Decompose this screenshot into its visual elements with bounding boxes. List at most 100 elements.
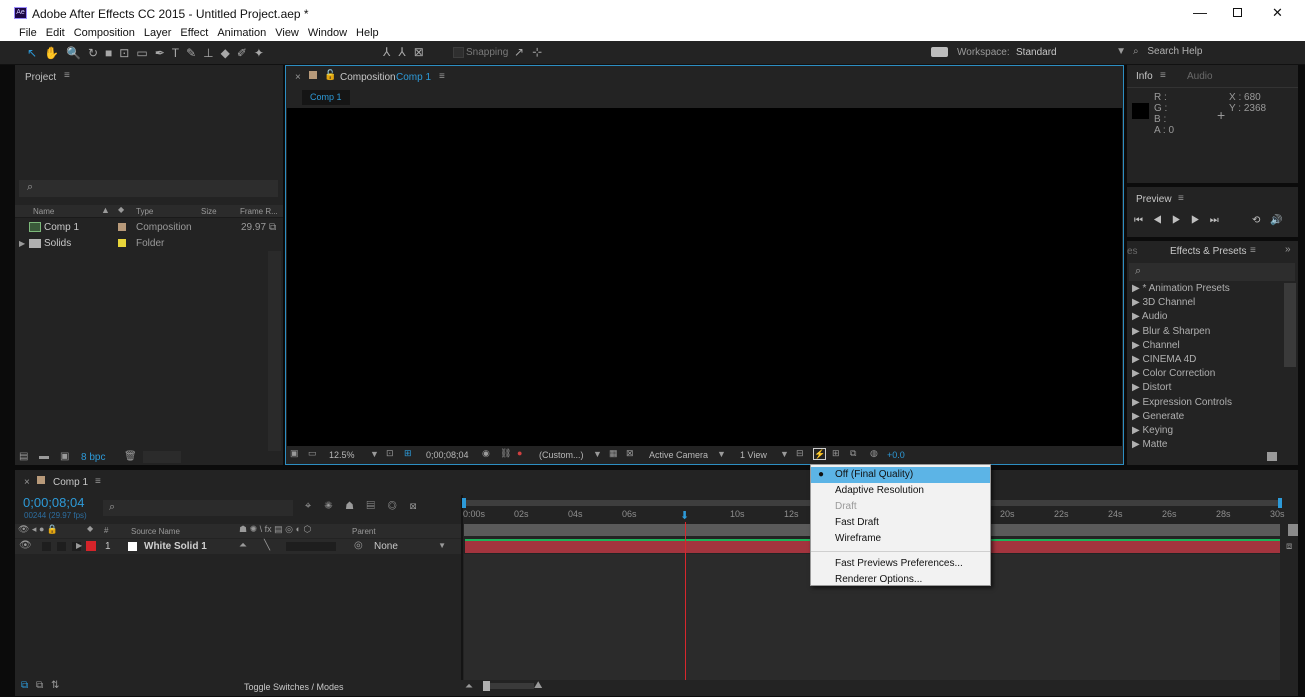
region-of-interest-icon[interactable]: ⊞ bbox=[404, 448, 412, 459]
timeline-tab[interactable]: Comp 1 bbox=[53, 477, 88, 488]
audio-icon[interactable]: 🔊 bbox=[1270, 215, 1282, 226]
chevron-down-icon[interactable]: ▼ bbox=[780, 449, 789, 459]
always-preview-icon[interactable]: ▣ bbox=[290, 448, 299, 459]
minimize-icon[interactable]: — bbox=[1193, 4, 1207, 20]
in-out-panel-icon[interactable]: ⇅ bbox=[51, 680, 59, 691]
search-help-field[interactable]: ⌕ Search Help bbox=[1133, 46, 1293, 57]
layer-switches-icon[interactable]: ⧉ bbox=[21, 680, 28, 691]
workspace-select[interactable]: Standard ▼ bbox=[1016, 46, 1126, 58]
audio-switch[interactable] bbox=[42, 542, 51, 551]
more-tabs-icon[interactable]: » bbox=[1285, 244, 1291, 255]
menu-item-wireframe[interactable]: Wireframe bbox=[811, 531, 990, 547]
layer-end-icon[interactable]: ⧈ bbox=[1286, 541, 1292, 552]
comp-panel-label[interactable]: Composition bbox=[340, 72, 396, 83]
effects-category[interactable]: ▶ Audio bbox=[1127, 310, 1283, 324]
views-value[interactable]: 1 View bbox=[740, 450, 767, 460]
effects-category[interactable]: ▶ CINEMA 4D bbox=[1127, 353, 1283, 367]
effects-scrollbar[interactable] bbox=[1284, 283, 1296, 367]
col-type[interactable]: Type bbox=[136, 207, 153, 216]
menu-file[interactable]: File bbox=[19, 27, 37, 39]
effects-title[interactable]: Effects & Presets bbox=[1170, 246, 1247, 257]
tab-info[interactable]: Info bbox=[1136, 71, 1153, 82]
effects-category[interactable]: ▶ 3D Channel bbox=[1127, 296, 1283, 310]
panel-menu-icon[interactable]: ≡ bbox=[1250, 245, 1256, 256]
new-preset-icon[interactable] bbox=[1267, 452, 1277, 461]
menu-effect[interactable]: Effect bbox=[180, 27, 208, 39]
snapping-checkbox[interactable] bbox=[453, 47, 464, 58]
menu-item-renderer-options[interactable]: Renderer Options... bbox=[811, 572, 990, 588]
panel-menu-icon[interactable]: ≡ bbox=[1160, 70, 1166, 81]
effects-category[interactable]: ▶ Distort bbox=[1127, 381, 1283, 395]
world-axis-icon[interactable]: ⅄ bbox=[398, 45, 413, 59]
chevron-down-icon[interactable]: ▼ bbox=[593, 449, 602, 459]
pen-tool-icon[interactable]: ✒ bbox=[155, 46, 172, 60]
expand-arrow-icon[interactable]: ▶ bbox=[76, 541, 82, 550]
graph-editor-icon[interactable]: ⊠ bbox=[410, 500, 430, 512]
timeline-icon[interactable]: ⊞ bbox=[832, 448, 840, 459]
transparency-grid-icon[interactable]: ▦ bbox=[609, 448, 618, 459]
clone-stamp-tool-icon[interactable]: ⊥ bbox=[203, 46, 220, 60]
interpret-footage-icon[interactable]: ▤ bbox=[19, 451, 28, 462]
frame-blending-icon[interactable]: ▤ bbox=[366, 500, 387, 512]
fast-previews-toggle-icon[interactable]: ⚡ bbox=[813, 448, 826, 460]
trash-icon[interactable]: 🗑 bbox=[124, 451, 137, 462]
previous-frame-icon[interactable]: ◀ bbox=[1153, 215, 1172, 226]
zoom-out-icon[interactable]: ⏶ bbox=[465, 681, 473, 692]
layer-name[interactable]: White Solid 1 bbox=[144, 541, 207, 552]
brush-tool-icon[interactable]: ✎ bbox=[186, 46, 203, 60]
preview-title[interactable]: Preview bbox=[1136, 194, 1172, 205]
effects-category[interactable]: ▶ Channel bbox=[1127, 339, 1283, 353]
col-frame-rate[interactable]: Frame R... bbox=[240, 207, 278, 216]
menu-layer[interactable]: Layer bbox=[144, 27, 172, 39]
effects-category[interactable]: ▶ Expression Controls bbox=[1127, 396, 1283, 410]
solo-switch[interactable] bbox=[57, 542, 66, 551]
loop-icon[interactable]: ⟲ bbox=[1252, 215, 1260, 226]
comp-name-label[interactable]: Comp 1 bbox=[396, 72, 431, 83]
new-folder-icon[interactable]: ▬ bbox=[39, 451, 49, 462]
menu-item-fast-draft[interactable]: Fast Draft bbox=[811, 515, 990, 531]
project-search[interactable]: ⌕ bbox=[19, 180, 278, 197]
quality-switch-icon[interactable]: ╲ bbox=[264, 540, 270, 551]
rectangle-tool-icon[interactable]: ▭ bbox=[136, 46, 154, 60]
lock-icon[interactable]: 🔓 bbox=[324, 70, 336, 81]
close-tab-icon[interactable]: × bbox=[295, 72, 301, 83]
fit-icon[interactable]: ⊡ bbox=[386, 448, 394, 459]
playhead-handle[interactable]: ⬇ bbox=[680, 509, 689, 522]
zoom-in-icon[interactable]: ⛰ bbox=[534, 680, 542, 691]
toggle-mask-icon[interactable]: ⊠ bbox=[626, 448, 634, 459]
type-tool-icon[interactable]: T bbox=[172, 46, 186, 60]
panel-menu-icon[interactable]: ≡ bbox=[95, 476, 101, 487]
last-frame-icon[interactable]: ⏭ bbox=[1210, 215, 1229, 226]
parent-select[interactable]: None ▼ bbox=[370, 539, 446, 554]
menu-window[interactable]: Window bbox=[308, 27, 347, 39]
local-axis-icon[interactable]: ⅄ bbox=[383, 45, 398, 59]
chevron-down-icon[interactable]: ▼ bbox=[370, 449, 379, 459]
panel-menu-icon[interactable]: ≡ bbox=[1178, 193, 1184, 204]
resolution-value[interactable]: (Custom...) bbox=[539, 450, 584, 460]
camera-tool-icon[interactable]: ■ bbox=[105, 46, 119, 60]
col-parent[interactable]: Parent bbox=[352, 527, 376, 536]
channel-icon[interactable]: ● bbox=[517, 448, 522, 458]
menu-animation[interactable]: Animation bbox=[217, 27, 266, 39]
close-tab-icon[interactable]: × bbox=[24, 477, 30, 488]
project-title[interactable]: Project bbox=[25, 72, 56, 83]
zoom-value[interactable]: 12.5% bbox=[329, 450, 355, 460]
new-comp-icon[interactable]: ▣ bbox=[60, 451, 69, 462]
play-icon[interactable]: ▶ bbox=[1172, 215, 1191, 226]
monitor-icon[interactable]: ▭ bbox=[308, 448, 317, 459]
work-area-end-icon[interactable] bbox=[1288, 524, 1298, 536]
hand-tool-icon[interactable]: ✋ bbox=[44, 46, 66, 60]
transfer-controls-icon[interactable]: ⧉ bbox=[36, 680, 43, 691]
comp-mini-flowchart-icon[interactable]: ⌖ bbox=[305, 500, 324, 512]
menu-item-fast-previews-preferences[interactable]: Fast Previews Preferences... bbox=[811, 556, 990, 572]
panel-menu-icon[interactable]: ≡ bbox=[439, 71, 445, 82]
effects-category[interactable]: ▶ Blur & Sharpen bbox=[1127, 325, 1283, 339]
fast-previews-icon[interactable]: ⊟ bbox=[796, 448, 804, 459]
show-snapshot-icon[interactable]: ⛓ bbox=[500, 448, 511, 459]
nav-end-handle[interactable] bbox=[1278, 498, 1282, 508]
camera-value[interactable]: Active Camera bbox=[649, 450, 708, 460]
eraser-tool-icon[interactable]: ◆ bbox=[221, 46, 237, 60]
effects-category[interactable]: ▶ Color Correction bbox=[1127, 367, 1283, 381]
comp-timecode[interactable]: 0;00;08;04 bbox=[426, 450, 469, 460]
snap-features-icon[interactable]: ⊹ bbox=[532, 45, 550, 59]
